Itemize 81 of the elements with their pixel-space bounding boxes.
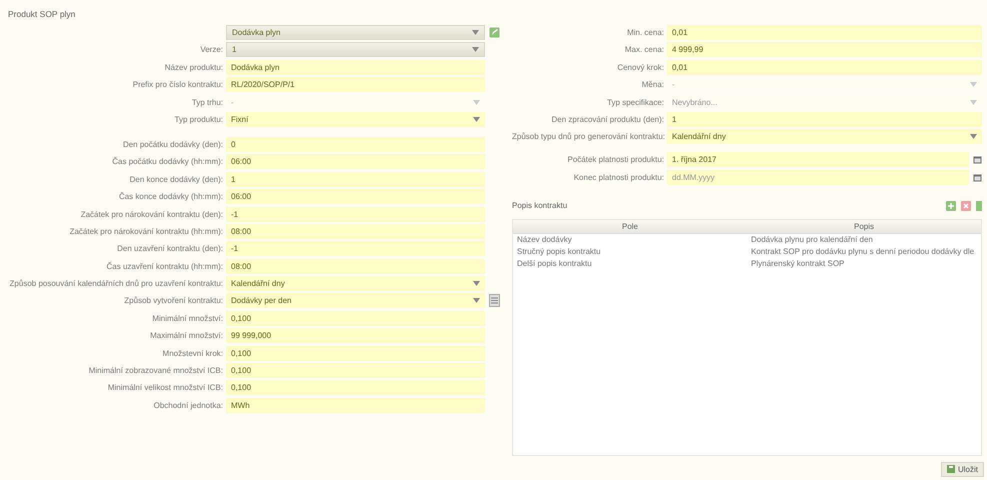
- field-label: Minimální množství:: [151, 314, 223, 323]
- save-button[interactable]: Uložit: [940, 462, 984, 477]
- dropdown[interactable]: Dodávky per den: [226, 293, 485, 308]
- input-field[interactable]: 0,100: [226, 346, 485, 361]
- field-label: Množstevní krok:: [162, 348, 223, 358]
- caret-icon: [970, 82, 977, 88]
- field-label: Konec platnosti produktu:: [572, 172, 664, 182]
- field-label: Den konce dodávky (den):: [128, 174, 223, 184]
- field-label: Prefix pro číslo kontraktu:: [132, 80, 223, 90]
- field-label: Typ produktu:: [174, 114, 223, 124]
- input-field[interactable]: -1: [226, 241, 485, 256]
- field-label: Obchodní jednotka:: [152, 400, 223, 410]
- caret-icon: [970, 100, 977, 105]
- field-label: Čas konce dodávky (hh:mm):: [118, 192, 223, 202]
- caret-icon: [473, 298, 480, 304]
- field-label: Den zpracování produktu (den):: [550, 114, 664, 124]
- date-field[interactable]: 1. října 2017: [667, 152, 969, 168]
- field-label: Způsob typu dnů pro generování kontraktu:: [512, 132, 664, 142]
- add-icon[interactable]: [946, 200, 956, 211]
- input-field[interactable]: 4 999,99: [667, 42, 982, 58]
- caret-icon: [472, 47, 479, 52]
- input-field[interactable]: MWh: [226, 398, 485, 413]
- delete-icon[interactable]: [961, 200, 971, 211]
- dropdown[interactable]: Fixní: [226, 112, 485, 127]
- dropdown[interactable]: Kalendářní dny: [226, 276, 485, 292]
- field-label: Cenový krok:: [616, 62, 664, 72]
- caret-icon: [473, 281, 480, 286]
- field-label: Verze:: [199, 45, 223, 54]
- field-label: Čas uzavření kontraktu (hh:mm):: [106, 262, 223, 271]
- column-header[interactable]: Popis: [747, 220, 981, 233]
- field-label: Max. cena:: [624, 45, 664, 54]
- input-field[interactable]: 1: [226, 172, 485, 187]
- field-label: Min. cena:: [626, 28, 664, 37]
- field-label: Maximální množství:: [149, 331, 223, 340]
- input-field[interactable]: 06:00: [226, 154, 485, 170]
- input-field[interactable]: 06:00: [226, 189, 485, 204]
- table-cell-text: Název dodávky: [516, 234, 573, 246]
- input-field[interactable]: 0: [226, 136, 485, 152]
- field-label: Začátek pro nárokování kontraktu (hh:mm):: [68, 226, 223, 236]
- caret-icon: [472, 30, 479, 35]
- field-label: Den uzavření kontraktu (den):: [116, 244, 223, 254]
- field-label: Minimální zobrazované množství ICB:: [88, 366, 223, 376]
- table-cell-text: Plynárenský kontrakt SOP: [750, 258, 846, 270]
- input-field[interactable]: 0,01: [667, 60, 982, 75]
- field-label: Typ specifikace:: [606, 98, 664, 107]
- input-field[interactable]: 99 999,000: [226, 328, 485, 344]
- input-field[interactable]: 0,100: [226, 380, 485, 396]
- field-label: Způsob vytvoření kontraktu:: [123, 296, 223, 306]
- field-label: Typ trhu:: [190, 98, 223, 107]
- input-field[interactable]: RL/2020/SOP/P/1: [226, 77, 485, 92]
- table-cell-text: Stručný popis kontraktu: [516, 246, 602, 258]
- field-label: Den počátku dodávky (den):: [122, 140, 223, 149]
- save-icon: [946, 465, 955, 474]
- table-cell-text: Delší popis kontraktu: [516, 258, 593, 270]
- input-field[interactable]: 0,100: [226, 310, 485, 326]
- input-field[interactable]: 0,100: [226, 363, 485, 378]
- dropdown[interactable]: Dodávka plyn: [226, 25, 485, 40]
- dropdown[interactable]: 1: [226, 42, 485, 58]
- panel-title: Produkt SOP plyn: [8, 9, 76, 19]
- field-label: Začátek pro nárokování kontraktu (den):: [80, 210, 223, 219]
- caret-icon: [970, 134, 977, 140]
- dropdown[interactable]: Kalendářní dny: [667, 129, 982, 144]
- input-field[interactable]: -1: [226, 206, 485, 222]
- caret-icon: [473, 100, 480, 105]
- field-label: Způsob posouvání kalendářních dnů pro uzavření kontraktu:: [8, 279, 223, 288]
- input-field[interactable]: Dodávka plyn: [226, 60, 485, 75]
- input-field[interactable]: 1: [667, 112, 982, 127]
- field-label: Čas počátku dodávky (hh:mm):: [111, 157, 223, 166]
- field-label: Název produktu:: [164, 62, 223, 72]
- table-cell-text: Dodávka plynu pro kalendářní den: [750, 234, 874, 246]
- table-cell-text: Kontrakt SOP pro dodávku plynu s denní periodou dodávky dle: [750, 246, 976, 258]
- list-icon[interactable]: [489, 294, 500, 308]
- input-field[interactable]: 08:00: [226, 224, 485, 239]
- input-field[interactable]: 08:00: [226, 258, 485, 274]
- field-label: Počátek platnosti produktu:: [566, 155, 664, 164]
- field-label: Měna:: [640, 80, 664, 90]
- section-title: Popis kontraktu: [512, 201, 568, 210]
- input-field[interactable]: 0,01: [667, 25, 982, 40]
- column-header[interactable]: Pole: [513, 220, 747, 233]
- caret-icon: [473, 116, 480, 122]
- field-label: Minimální velikost množství ICB:: [106, 383, 223, 392]
